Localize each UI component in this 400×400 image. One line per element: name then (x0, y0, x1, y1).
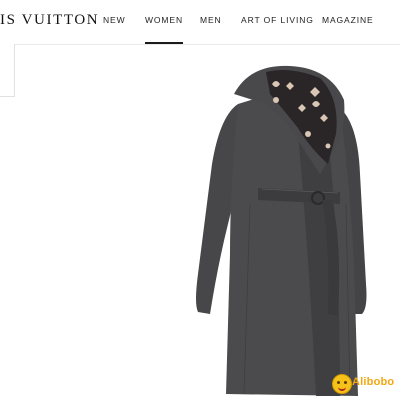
main-nav: NEW WOMEN MEN ART OF LIVING MAGAZINE (0, 15, 400, 44)
nav-item-new[interactable]: NEW (103, 15, 126, 25)
nav-item-women[interactable]: WOMEN (145, 15, 184, 44)
nav-item-magazine[interactable]: MAGAZINE (322, 15, 374, 25)
nav-item-art-of-living[interactable]: ART OF LIVING (241, 15, 314, 25)
watermark: Alibobo (330, 372, 400, 396)
nav-item-men[interactable]: MEN (200, 15, 222, 25)
site-header: IS VUITTON NEW WOMEN MEN ART OF LIVING M… (0, 0, 400, 45)
smiley-face-icon (332, 374, 352, 394)
watermark-text: Alibobo (352, 376, 395, 388)
hooded-wrap-coat-image[interactable] (190, 64, 374, 396)
filter-panel-edge[interactable] (0, 44, 15, 97)
